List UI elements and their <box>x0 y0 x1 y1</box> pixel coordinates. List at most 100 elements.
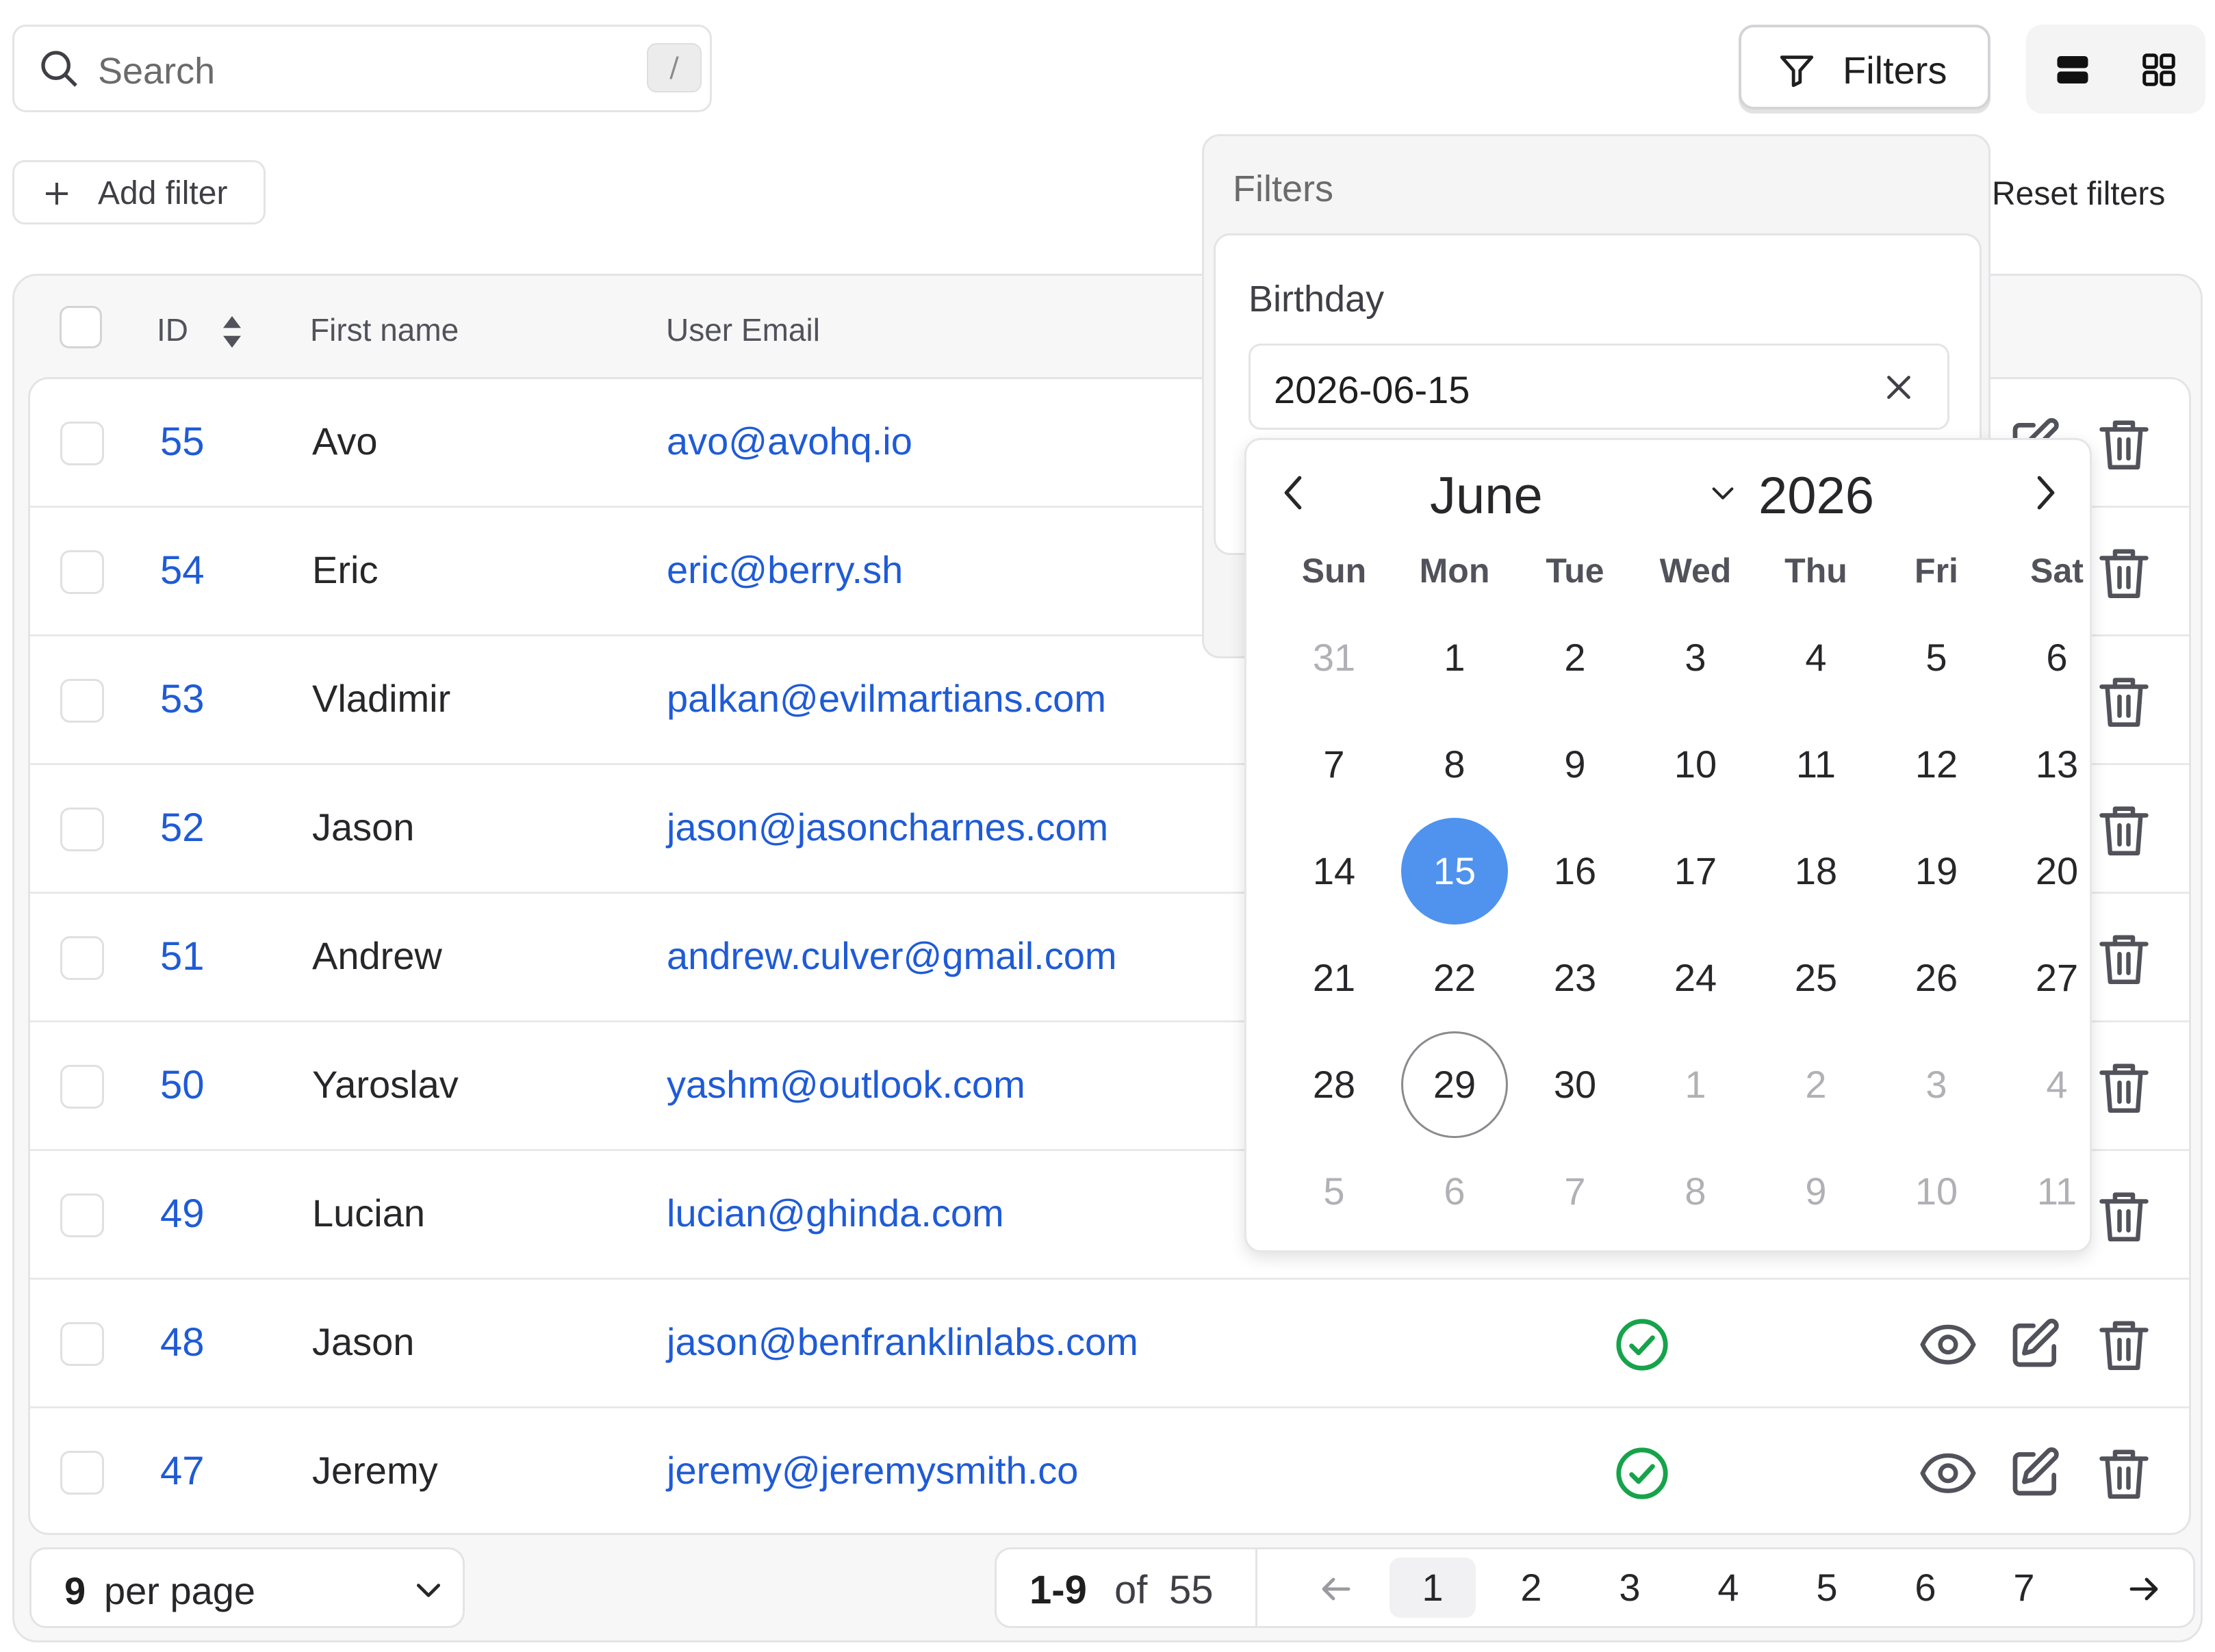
eye-icon[interactable] <box>1919 1318 1977 1370</box>
calendar-day[interactable]: 11 <box>1756 711 1876 818</box>
trash-icon[interactable] <box>2097 1317 2151 1374</box>
page-1-button[interactable]: 1 <box>1390 1558 1476 1618</box>
calendar-day[interactable]: 6 <box>1394 1138 1515 1245</box>
eye-icon[interactable] <box>1919 1447 1977 1499</box>
calendar-day[interactable]: 2 <box>1515 604 1635 711</box>
calendar-day[interactable]: 10 <box>1876 1138 1997 1245</box>
calendar-day[interactable]: 16 <box>1515 818 1635 925</box>
row-id-link[interactable]: 47 <box>160 1448 205 1494</box>
chevron-left-icon[interactable] <box>1279 473 1307 513</box>
calendar-day[interactable]: 26 <box>1876 925 1997 1031</box>
calendar-day[interactable]: 28 <box>1274 1031 1394 1138</box>
chevron-right-icon[interactable] <box>2032 473 2060 513</box>
page-3-button[interactable]: 3 <box>1587 1558 1673 1618</box>
row-id-link[interactable]: 53 <box>160 676 205 722</box>
row-checkbox[interactable] <box>60 1193 104 1237</box>
row-checkbox[interactable] <box>60 808 104 851</box>
page-6-button[interactable]: 6 <box>1882 1558 1969 1618</box>
row-checkbox[interactable] <box>60 936 104 980</box>
calendar-day[interactable]: 5 <box>1274 1138 1394 1245</box>
row-email-link[interactable]: andrew.culver@gmail.com <box>667 933 1117 978</box>
row-id-link[interactable]: 51 <box>160 933 205 979</box>
row-email-link[interactable]: palkan@evilmartians.com <box>667 676 1106 721</box>
row-checkbox[interactable] <box>60 1065 104 1109</box>
calendar-day[interactable]: 14 <box>1274 818 1394 925</box>
calendar-day[interactable]: 1 <box>1635 1031 1756 1138</box>
birthday-date-input[interactable]: 2026-06-15 <box>1249 344 1949 430</box>
row-id-link[interactable]: 55 <box>160 419 205 465</box>
calendar-day[interactable]: 27 <box>1997 925 2117 1031</box>
calendar-day[interactable]: 21 <box>1274 925 1394 1031</box>
chevron-down-icon[interactable] <box>1709 482 1737 504</box>
calendar-day[interactable]: 22 <box>1394 925 1515 1031</box>
row-email-link[interactable]: yashm@outlook.com <box>667 1062 1025 1107</box>
calendar-day[interactable]: 31 <box>1274 604 1394 711</box>
grid-view-button[interactable] <box>2118 30 2200 108</box>
calendar-day[interactable]: 20 <box>1997 818 2117 925</box>
row-email-link[interactable]: jeremy@jeremysmith.co <box>667 1448 1078 1493</box>
header-id[interactable]: ID <box>157 311 188 348</box>
per-page-select[interactable]: 9 per page <box>29 1547 465 1628</box>
select-all-checkbox[interactable] <box>60 306 102 348</box>
edit-icon[interactable] <box>2008 1317 2063 1371</box>
trash-icon[interactable] <box>2097 1445 2151 1503</box>
calendar-day[interactable]: 19 <box>1876 818 1997 925</box>
row-id-link[interactable]: 50 <box>160 1062 205 1108</box>
calendar-day[interactable]: 25 <box>1756 925 1876 1031</box>
calendar-day[interactable]: 7 <box>1515 1138 1635 1245</box>
edit-icon[interactable] <box>2008 1445 2063 1500</box>
calendar-day[interactable]: 11 <box>1997 1138 2117 1245</box>
close-icon[interactable] <box>1882 370 1916 404</box>
calendar-day[interactable]: 12 <box>1876 711 1997 818</box>
calendar-day[interactable]: 3 <box>1635 604 1756 711</box>
calendar-day[interactable]: 9 <box>1756 1138 1876 1245</box>
page-5-button[interactable]: 5 <box>1784 1558 1870 1618</box>
calendar-day[interactable]: 4 <box>1997 1031 2117 1138</box>
calendar-day[interactable]: 5 <box>1876 604 1997 711</box>
row-checkbox[interactable] <box>60 1451 104 1495</box>
calendar-day[interactable]: 4 <box>1756 604 1876 711</box>
calendar-day[interactable]: 18 <box>1756 818 1876 925</box>
row-email-link[interactable]: avo@avohq.io <box>667 419 912 463</box>
calendar-day[interactable]: 9 <box>1515 711 1635 818</box>
calendar-day[interactable]: 30 <box>1515 1031 1635 1138</box>
calendar-day[interactable]: 15 <box>1394 818 1515 925</box>
calendar-day[interactable]: 29 <box>1394 1031 1515 1138</box>
calendar-month[interactable]: June <box>1430 466 1543 526</box>
sort-icon[interactable] <box>220 314 244 350</box>
calendar-day[interactable]: 2 <box>1756 1031 1876 1138</box>
calendar-day[interactable]: 8 <box>1635 1138 1756 1245</box>
calendar-day[interactable]: 10 <box>1635 711 1756 818</box>
calendar-day[interactable]: 24 <box>1635 925 1756 1031</box>
calendar-year[interactable]: 2026 <box>1758 466 1874 526</box>
page-2-button[interactable]: 2 <box>1488 1558 1574 1618</box>
row-email-link[interactable]: eric@berry.sh <box>667 547 903 592</box>
calendar-day[interactable]: 6 <box>1997 604 2117 711</box>
row-checkbox[interactable] <box>60 679 104 723</box>
row-id-link[interactable]: 54 <box>160 547 205 593</box>
trash-icon[interactable] <box>2097 416 2151 474</box>
search-input[interactable]: Search / <box>12 25 712 112</box>
row-id-link[interactable]: 49 <box>160 1191 205 1237</box>
row-email-link[interactable]: lucian@ghinda.com <box>667 1191 1004 1235</box>
arrow-right-icon[interactable] <box>2127 1575 2160 1603</box>
add-filter-button[interactable]: Add filter <box>12 160 266 224</box>
page-4-button[interactable]: 4 <box>1685 1558 1771 1618</box>
list-view-button[interactable] <box>2032 30 2114 108</box>
reset-filters-link[interactable]: Reset filters <box>1992 175 2165 213</box>
calendar-day[interactable]: 1 <box>1394 604 1515 711</box>
row-email-link[interactable]: jason@jasoncharnes.com <box>667 805 1108 849</box>
row-email-link[interactable]: jason@benfranklinlabs.com <box>667 1319 1138 1364</box>
calendar-day[interactable]: 3 <box>1876 1031 1997 1138</box>
page-7-button[interactable]: 7 <box>1981 1558 2067 1618</box>
calendar-day[interactable]: 7 <box>1274 711 1394 818</box>
row-id-link[interactable]: 52 <box>160 805 205 851</box>
row-checkbox[interactable] <box>60 550 104 594</box>
calendar-day[interactable]: 23 <box>1515 925 1635 1031</box>
calendar-day[interactable]: 17 <box>1635 818 1756 925</box>
row-checkbox[interactable] <box>60 1322 104 1366</box>
arrow-left-icon[interactable] <box>1320 1575 1353 1603</box>
row-checkbox[interactable] <box>60 422 104 465</box>
row-id-link[interactable]: 48 <box>160 1319 205 1365</box>
table-row[interactable]: 47 Jeremy jeremy@jeremysmith.co <box>30 1408 2189 1533</box>
